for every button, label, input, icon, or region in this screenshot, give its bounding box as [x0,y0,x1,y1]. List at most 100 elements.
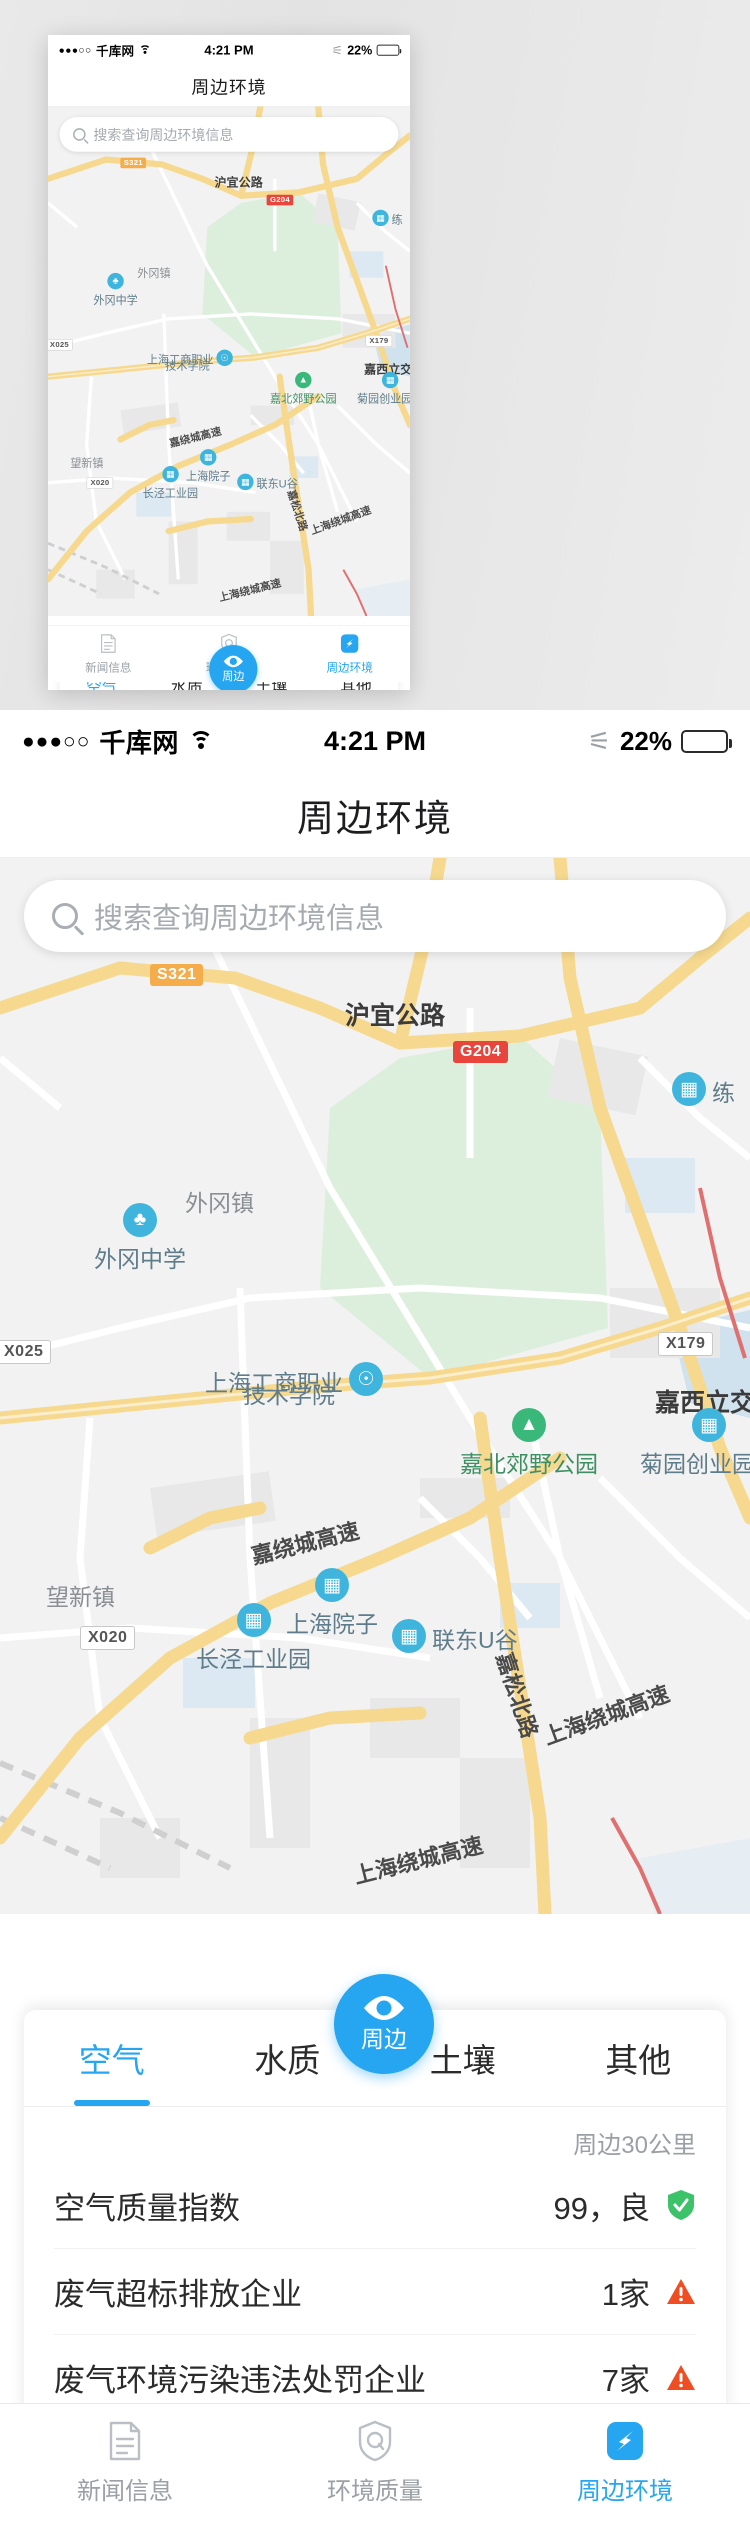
building-icon: ▦ [200,449,217,466]
page-title: 周边环境 [191,77,267,98]
map-poi-label: 练 [391,213,403,226]
park-icon: ▲ [512,1408,546,1442]
phone-full-frame: ●●●○○ 千库网 4:21 PM ⚟ 22% 周边环境 搜索查询周边环境信息 … [0,710,750,2521]
battery-percent-label: 22% [347,42,373,57]
school-icon: ♣ [107,272,124,290]
tab-surrounding-environment[interactable]: 周边环境 [289,626,410,682]
map-poi-label: 菊园创业园区 [356,392,410,406]
map-road-label: 沪宜公路 [345,1002,446,1030]
road-shield: X025 [48,339,73,351]
compass-icon [339,633,359,654]
status-bar-left: ●●●○○ 千库网 [22,723,375,760]
map-poi[interactable]: ♣ 外冈中学 [93,272,138,307]
news-icon [98,633,118,654]
indicator-right: 99，良 [554,2183,696,2228]
compass-icon [604,2419,646,2463]
road-shield: X025 [0,1340,52,1364]
search-icon [73,128,86,141]
tab-environment-quality[interactable]: 环境质量 [250,2404,500,2521]
list-item[interactable]: 废气超标排放企业 1家 [54,2248,696,2334]
road-shield: G204 [453,1041,509,1063]
map-poi[interactable]: ▦ 上海院子 [186,449,230,483]
road-shield: X179 [658,1332,714,1356]
battery-icon [681,729,732,753]
status-bar-left: ●●●○○ 千库网 [59,41,229,59]
tab-news[interactable]: 新闻信息 [0,2404,250,2521]
nearby-fab-label: 周边 [361,2026,407,2052]
nearby-fab-label: 周边 [222,670,245,683]
map-canvas[interactable]: 搜索查询周边环境信息 S321 G204 X179 X020 X025 外冈镇 … [0,858,750,1914]
wifi-icon [139,45,152,55]
map-poi[interactable]: ▦ 菊园创业园区 [356,371,410,406]
map-poi-label: 上海院子 [286,1611,378,1637]
phone-preview-content: ●●●○○ 千库网 4:21 PM ⚟ 22% 周边环境 搜索查询周边环境信息 … [48,35,410,690]
indicator-name: 空气质量指数 [54,2190,240,2226]
status-bar: ●●●○○ 千库网 4:21 PM ⚟ 22% [48,35,410,65]
tab-environment-quality-label: 环境质量 [327,2478,423,2505]
map-place-label: 望新镇 [70,456,104,470]
building-icon: ▦ [162,465,179,483]
indicator-list: 空气质量指数 99，良 废气超标排放企业 1家 废气环境污染违法处罚企业 7家 [24,2162,726,2420]
road-shield: X020 [86,477,114,489]
building-icon: ▦ [392,1619,426,1653]
map-poi-label: 技术学院 [165,359,210,372]
map-poi[interactable]: ▦ 练 [672,1046,735,1132]
eye-icon [362,1994,406,2022]
search-bar[interactable]: 搜索查询周边环境信息 [24,880,726,952]
shield-check-icon [666,2188,696,2222]
list-item[interactable]: 空气质量指数 99，良 [54,2162,696,2248]
signal-dots-icon: ●●●○○ [22,729,91,753]
nearby-fab-button[interactable]: 周边 [334,1974,434,2074]
map-canvas[interactable]: 搜索查询周边环境信息 S321 G204 X179 X020 X025 外冈镇 … [48,106,410,617]
search-input[interactable]: 搜索查询周边环境信息 [93,124,233,144]
map-place-label: 外冈镇 [137,266,171,280]
map-poi[interactable]: ♣ 外冈中学 [94,1203,186,1274]
road-shield: G204 [266,194,294,206]
indicator-value: 99，良 [553,2190,650,2226]
warning-triangle-icon [666,2361,696,2395]
map-poi-label: 外冈中学 [94,1246,186,1272]
warning-triangle-icon [666,2275,696,2309]
map-road-label: 沪宜公路 [214,175,263,190]
search-bar[interactable]: 搜索查询周边环境信息 [59,117,399,152]
map-poi[interactable]: ▲ 嘉北郊野公园 [460,1408,598,1479]
battery-icon [376,44,402,56]
search-input[interactable]: 搜索查询周边环境信息 [94,895,384,937]
road-shield: S321 [120,157,147,169]
map-poi[interactable]: ▦ 联东U谷 [237,461,298,503]
bluetooth-icon: ⚟ [331,42,343,58]
school-icon: ♣ [123,1203,157,1237]
map-poi[interactable]: ▦ 练 [372,197,403,239]
map-poi-label: 长泾工业园 [142,486,199,500]
phone-preview-frame: ●●●○○ 千库网 4:21 PM ⚟ 22% 周边环境 搜索查询周边环境信息 … [48,35,410,690]
battery-percent-label: 22% [619,725,672,756]
indicator-right: 1家 [602,2269,696,2314]
school-icon: ☉ [349,1362,383,1396]
tab-news[interactable]: 新闻信息 [48,626,169,682]
building-icon: ▦ [381,371,399,389]
map-poi-label: 联东U谷 [432,1626,518,1653]
indicator-name: 废气环境污染违法处罚企业 [54,2363,426,2398]
map-poi[interactable]: ▦ 上海院子 [286,1568,378,1639]
tab-surrounding-environment[interactable]: 周边环境 [500,2404,750,2521]
search-icon [52,903,78,929]
nearby-fab-button[interactable]: 周边 [209,645,258,690]
map-poi[interactable]: ▲ 嘉北郊野公园 [269,371,337,406]
map-poi-label: 长泾工业园 [196,1646,311,1672]
wifi-icon [188,731,214,751]
bottom-tab-bar: 新闻信息 环境质量 周边环境 [0,2403,750,2521]
map-poi[interactable]: ▦ 菊园创业园区 [640,1408,750,1479]
school-icon: ☉ [216,349,233,367]
map-poi-label: 上海院子 [186,469,231,483]
page-title: 周边环境 [297,797,453,839]
app-screen: ●●●○○ 千库网 4:21 PM ⚟ 22% 周边环境 搜索查询周边环境信息 … [0,710,750,2521]
tab-other[interactable]: 其他 [551,2010,727,2106]
radius-note: 周边30公里 [573,2132,696,2159]
tab-air[interactable]: 空气 [24,2010,200,2106]
shield-q-icon [354,2419,396,2463]
status-bar-right: ⚟ 22% [229,42,402,58]
tab-surrounding-environment-label: 周边环境 [577,2478,673,2505]
carrier-label: 千库网 [95,43,135,58]
map-poi-label: 嘉北郊野公园 [269,392,337,406]
map-poi[interactable]: ▦ 联东U谷 [392,1593,518,1679]
